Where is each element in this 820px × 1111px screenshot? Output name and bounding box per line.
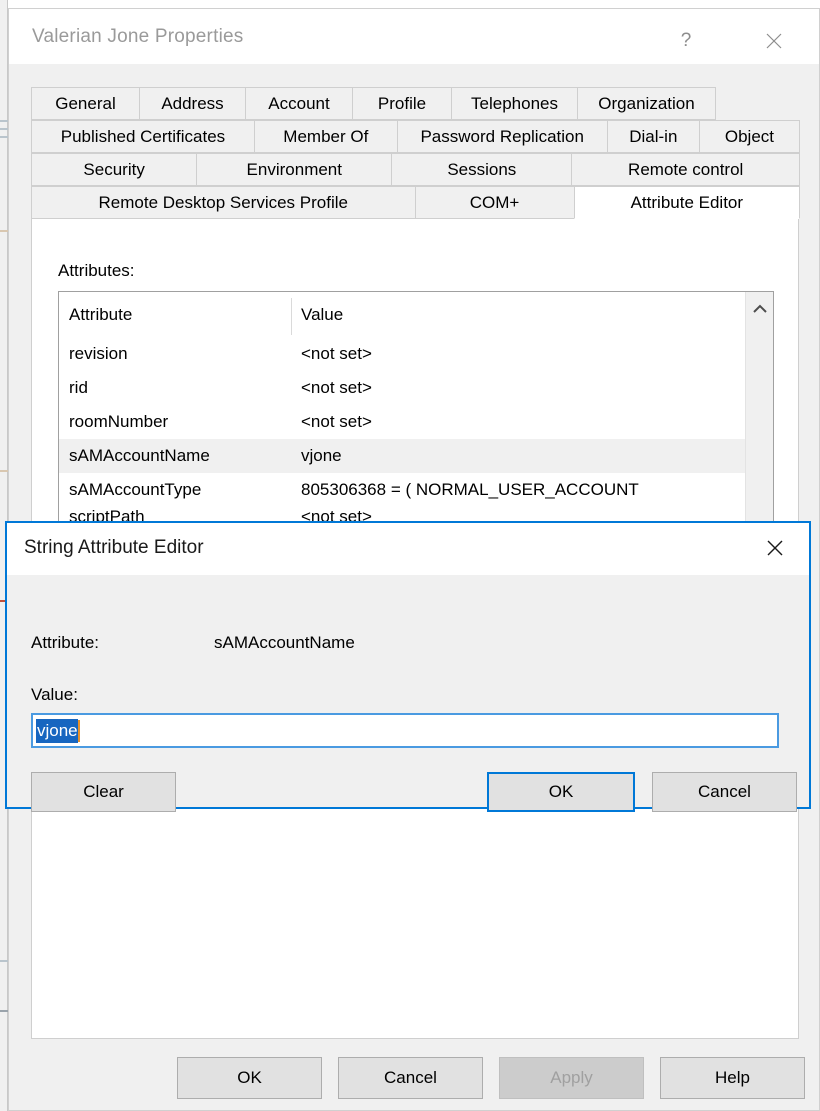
apply-button: Apply <box>499 1057 644 1099</box>
table-row[interactable]: revision <not set> <box>59 337 773 371</box>
tab-row-3: Security Environment Sessions Remote contro… <box>31 153 800 186</box>
tab-label: Organization <box>598 93 695 113</box>
string-attribute-editor-titlebar: String Attribute Editor <box>7 523 809 575</box>
tab-row-4: Remote Desktop Services Profile COM+ Attri… <box>31 186 800 219</box>
cancel-button-label: Cancel <box>384 1068 437 1087</box>
ok-button-label: OK <box>237 1068 262 1087</box>
cell-attribute: rid <box>69 378 88 397</box>
help-icon[interactable]: ? <box>663 21 709 61</box>
cell-value: <not set> <box>301 412 372 431</box>
tab-com[interactable]: COM+ <box>414 186 575 219</box>
tab-security[interactable]: Security <box>31 153 198 186</box>
tab-organization[interactable]: Organization <box>577 87 716 120</box>
tab-label: Profile <box>377 93 427 113</box>
tab-label: Member Of <box>283 126 369 146</box>
tab-label: Account <box>268 93 330 113</box>
column-divider[interactable] <box>291 298 292 335</box>
tab-profile[interactable]: Profile <box>352 87 452 120</box>
tab-object[interactable]: Object <box>698 120 800 153</box>
tab-label: Security <box>83 159 145 179</box>
close-glyph <box>767 540 783 556</box>
cell-value: <not set> <box>301 344 372 363</box>
dialog-ok-button[interactable]: OK <box>487 772 635 812</box>
cell-attribute: roomNumber <box>69 412 169 431</box>
tab-label: Sessions <box>447 159 517 179</box>
tab-dial-in[interactable]: Dial-in <box>606 120 700 153</box>
cell-attribute: sAMAccountName <box>69 446 210 465</box>
tab-label: Remote Desktop Services Profile <box>98 192 348 212</box>
properties-button-bar: OK Cancel Apply Help <box>9 1047 820 1099</box>
tab-label: Address <box>161 93 224 113</box>
tab-member-of[interactable]: Member Of <box>253 120 398 153</box>
cell-attribute: revision <box>69 344 128 363</box>
string-attribute-editor-dialog: String Attribute Editor Attribute: sAMAc… <box>5 521 811 812</box>
tab-label: Remote control <box>628 159 744 179</box>
help-button[interactable]: Help <box>660 1057 805 1099</box>
dialog-cancel-button[interactable]: Cancel <box>652 772 797 812</box>
table-row[interactable]: sAMAccountType 805306368 = ( NORMAL_USER_… <box>59 473 773 507</box>
chevron-up-glyph <box>752 304 767 313</box>
tab-label: Attribute Editor <box>630 192 744 212</box>
tab-remote-desktop-services-profile[interactable]: Remote Desktop Services Profile <box>31 186 416 219</box>
column-header-value[interactable]: Value <box>291 305 773 325</box>
tab-remote-control[interactable]: Remote control <box>571 153 800 186</box>
table-row[interactable]: sAMAccountName vjone <box>59 439 773 473</box>
tab-account[interactable]: Account <box>245 87 353 120</box>
tab-published-certificates[interactable]: Published Certificates <box>31 120 255 153</box>
column-header-attribute[interactable]: Attribute <box>59 305 291 325</box>
dialog-ok-button-label: OK <box>548 782 574 801</box>
table-row[interactable]: roomNumber <not set> <box>59 405 773 439</box>
tab-password-replication[interactable]: Password Replication <box>396 120 608 153</box>
tab-label: Object <box>724 126 775 146</box>
tab-address[interactable]: Address <box>139 87 246 120</box>
cell-value: <not set> <box>301 378 372 397</box>
tab-row-2: Published Certificates Member Of Password … <box>31 120 800 153</box>
text-caret <box>77 719 80 742</box>
string-attribute-editor-title: String Attribute Editor <box>24 537 204 558</box>
string-attribute-editor-body: Attribute: sAMAccountName Value: vjone C… <box>7 575 809 812</box>
tab-attribute-editor[interactable]: Attribute Editor <box>573 186 800 219</box>
tab-sessions[interactable]: Sessions <box>391 153 573 186</box>
tab-label: Published Certificates <box>60 126 226 146</box>
tab-label: Environment <box>246 159 342 179</box>
attributes-rows-container: revision <not set> rid <not set> roomNumber <… <box>59 337 773 527</box>
chevron-up-icon[interactable] <box>746 296 773 322</box>
tab-label: COM+ <box>469 192 520 212</box>
page-title: Valerian Jone Properties <box>32 26 244 47</box>
tab-label: General <box>55 93 116 113</box>
cell-value: vjone <box>301 446 342 465</box>
value-input[interactable]: vjone <box>31 713 779 748</box>
properties-titlebar: Valerian Jone Properties ? <box>9 9 819 64</box>
value-input-text: vjone <box>36 718 78 743</box>
tab-strip: General Address Account Profile Telephones Or… <box>31 87 800 219</box>
tab-row-1: General Address Account Profile Telephones Or… <box>31 87 799 120</box>
close-glyph <box>766 33 782 49</box>
tab-label: Telephones <box>471 93 558 113</box>
clear-button-label: Clear <box>83 782 124 801</box>
cell-value: 805306368 = ( NORMAL_USER_ACCOUNT <box>301 480 639 499</box>
apply-button-label: Apply <box>550 1068 593 1087</box>
cancel-button[interactable]: Cancel <box>338 1057 483 1099</box>
close-icon[interactable] <box>751 21 797 61</box>
attributes-label: Attributes: <box>58 261 135 280</box>
value-field-label: Value: <box>31 685 78 704</box>
dialog-cancel-button-label: Cancel <box>698 782 751 801</box>
table-row[interactable]: rid <not set> <box>59 371 773 405</box>
ok-button[interactable]: OK <box>177 1057 322 1099</box>
help-button-label: Help <box>715 1068 750 1087</box>
attribute-field-value: sAMAccountName <box>214 633 355 652</box>
tab-label: Dial-in <box>629 126 678 146</box>
help-glyph: ? <box>680 30 692 51</box>
tab-general[interactable]: General <box>31 87 140 120</box>
attributes-list-header: Attribute Value <box>59 292 773 337</box>
tab-environment[interactable]: Environment <box>196 153 393 186</box>
tab-telephones[interactable]: Telephones <box>451 87 578 120</box>
clear-button[interactable]: Clear <box>31 772 176 812</box>
close-icon[interactable] <box>753 532 797 564</box>
tab-label: Password Replication <box>420 126 584 146</box>
cell-attribute: sAMAccountType <box>69 480 202 499</box>
attribute-field-label: Attribute: <box>31 633 100 652</box>
